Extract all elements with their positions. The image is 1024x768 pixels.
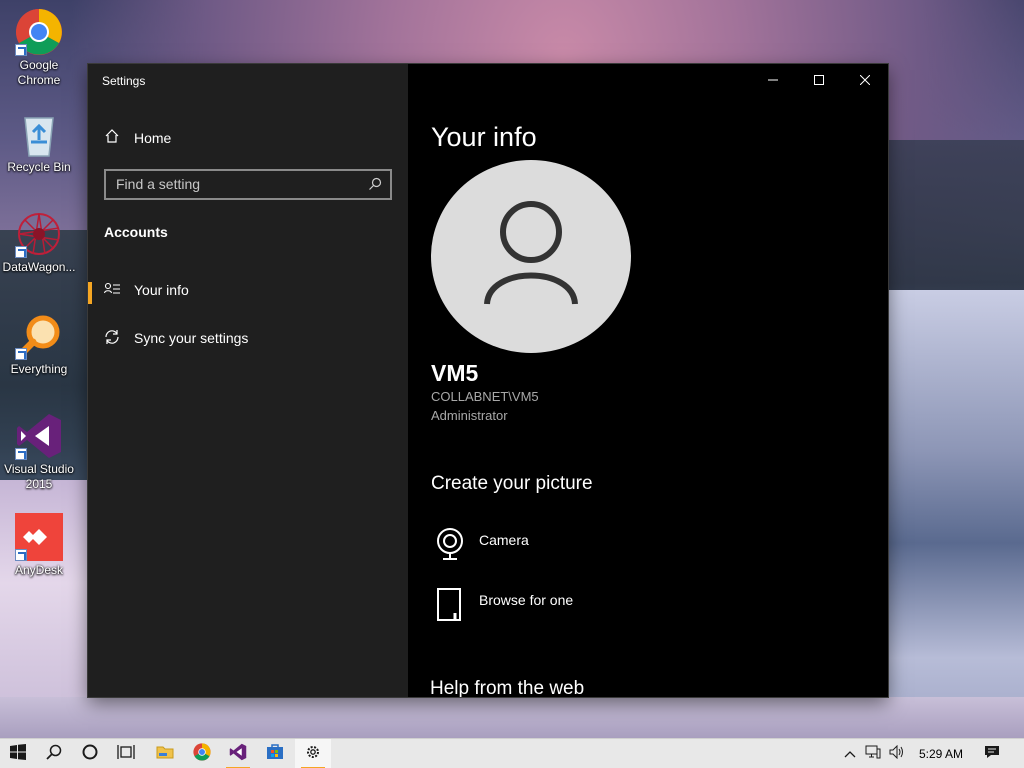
visual-studio-taskbar-button[interactable] bbox=[220, 739, 256, 768]
task-view-button[interactable] bbox=[108, 739, 144, 768]
desktop-icon-visual-studio[interactable]: Visual Studio 2015 bbox=[0, 412, 78, 492]
page-title: Your info bbox=[431, 122, 537, 152]
shortcut-arrow-icon bbox=[15, 44, 27, 56]
start-button[interactable] bbox=[0, 739, 36, 768]
gear-icon bbox=[305, 744, 321, 765]
show-hidden-icons-button[interactable] bbox=[840, 739, 860, 768]
store-icon bbox=[266, 743, 284, 765]
user-name: VM5 bbox=[431, 360, 479, 386]
network-icon bbox=[865, 745, 881, 764]
search-icon bbox=[46, 744, 62, 765]
help-heading: Help from the web bbox=[430, 678, 585, 697]
avatar bbox=[431, 160, 631, 353]
task-view-icon bbox=[117, 744, 135, 765]
action-center-button[interactable] bbox=[978, 739, 1006, 768]
search-placeholder: Find a setting bbox=[116, 176, 201, 192]
camera-label: Camera bbox=[479, 532, 529, 548]
sync-icon bbox=[104, 329, 120, 348]
chrome-taskbar-button[interactable] bbox=[184, 739, 220, 768]
selected-indicator bbox=[88, 282, 92, 304]
datawagon-icon bbox=[15, 210, 63, 258]
shortcut-arrow-icon bbox=[15, 246, 27, 258]
desktop-icon-recycle-bin[interactable]: Recycle Bin bbox=[0, 110, 78, 175]
visual-studio-icon bbox=[15, 412, 63, 460]
visual-studio-icon bbox=[229, 743, 247, 766]
desktop-icon-chrome[interactable]: Google Chrome bbox=[0, 8, 78, 88]
desktop-icon-datawagon[interactable]: DataWagon... bbox=[0, 210, 78, 275]
settings-taskbar-button[interactable] bbox=[295, 739, 331, 768]
nav-item-sync-settings[interactable]: Sync your settings bbox=[88, 318, 408, 358]
desktop-icon-everything[interactable]: Everything bbox=[0, 312, 78, 377]
browse-file-icon bbox=[435, 587, 465, 626]
anydesk-icon bbox=[15, 513, 63, 561]
create-picture-heading: Create your picture bbox=[431, 473, 593, 494]
desktop-icon-anydesk[interactable]: AnyDesk bbox=[0, 513, 78, 578]
maximize-button[interactable] bbox=[796, 64, 842, 98]
windows-logo-icon bbox=[10, 743, 26, 765]
search-icon bbox=[368, 177, 382, 194]
desktop-icon-label: Everything bbox=[10, 362, 68, 376]
cortana-button[interactable] bbox=[72, 739, 108, 768]
nav-section-title: Accounts bbox=[104, 224, 168, 240]
browse-option[interactable]: Browse for one bbox=[435, 587, 573, 626]
volume-icon bbox=[889, 744, 905, 764]
window-title: Settings bbox=[102, 74, 146, 88]
camera-option[interactable]: Camera bbox=[435, 527, 529, 564]
store-taskbar-button[interactable] bbox=[257, 739, 293, 768]
notification-icon bbox=[984, 745, 1000, 764]
desktop-icon-label: DataWagon... bbox=[2, 260, 76, 274]
settings-window: Settings Home Find a setting Accounts Yo… bbox=[88, 64, 888, 697]
recycle-bin-icon bbox=[15, 110, 63, 158]
nav-home[interactable]: Home bbox=[104, 128, 171, 147]
browse-label: Browse for one bbox=[479, 592, 574, 608]
clock[interactable]: 5:29 AM bbox=[910, 739, 972, 768]
settings-nav-pane: Settings Home Find a setting Accounts Yo… bbox=[88, 64, 408, 697]
desktop-icon-label: AnyDesk bbox=[14, 563, 64, 577]
chrome-icon bbox=[15, 8, 63, 56]
find-setting-input[interactable]: Find a setting bbox=[104, 169, 392, 200]
nav-home-label: Home bbox=[134, 129, 172, 146]
minimize-icon bbox=[768, 72, 778, 90]
taskbar: 5:29 AM bbox=[0, 738, 1024, 768]
desktop-icon-label: Visual Studio bbox=[4, 462, 74, 476]
shortcut-arrow-icon bbox=[15, 348, 27, 360]
nav-item-label: Your info bbox=[134, 282, 189, 298]
folder-icon bbox=[156, 744, 174, 765]
close-button[interactable] bbox=[842, 64, 888, 98]
maximize-icon bbox=[814, 72, 824, 90]
chevron-up-icon bbox=[844, 745, 856, 763]
file-explorer-button[interactable] bbox=[147, 739, 183, 768]
search-button[interactable] bbox=[36, 739, 72, 768]
user-role: Administrator bbox=[431, 408, 508, 423]
network-tray-button[interactable] bbox=[862, 739, 884, 768]
desktop-icon-label: Recycle Bin bbox=[7, 160, 71, 174]
settings-content-pane: Your info VM5 COLLABNET\VM5 Administrato… bbox=[408, 64, 888, 697]
nav-item-label: Sync your settings bbox=[134, 330, 249, 346]
user-account: COLLABNET\VM5 bbox=[431, 389, 539, 404]
desktop-icon-label: Chrome bbox=[17, 73, 61, 87]
person-list-icon bbox=[103, 282, 120, 299]
home-icon bbox=[104, 128, 120, 147]
cortana-circle-icon bbox=[82, 744, 98, 765]
minimize-button[interactable] bbox=[750, 64, 796, 98]
wallpaper-snow-bottom bbox=[0, 697, 1024, 738]
camera-icon bbox=[435, 527, 465, 564]
close-icon bbox=[859, 72, 871, 90]
chrome-icon bbox=[193, 742, 211, 766]
volume-tray-button[interactable] bbox=[886, 739, 908, 768]
window-caption-buttons bbox=[750, 64, 888, 98]
wallpaper-snow-right bbox=[888, 290, 1024, 750]
nav-item-your-info[interactable]: Your info bbox=[88, 270, 408, 310]
shortcut-arrow-icon bbox=[15, 448, 27, 460]
desktop-icon-label: 2015 bbox=[25, 477, 53, 491]
desktop-icon-label: Google bbox=[19, 58, 59, 72]
user-silhouette-icon bbox=[484, 201, 578, 305]
everything-search-icon bbox=[15, 312, 63, 360]
shortcut-arrow-icon bbox=[15, 549, 27, 561]
